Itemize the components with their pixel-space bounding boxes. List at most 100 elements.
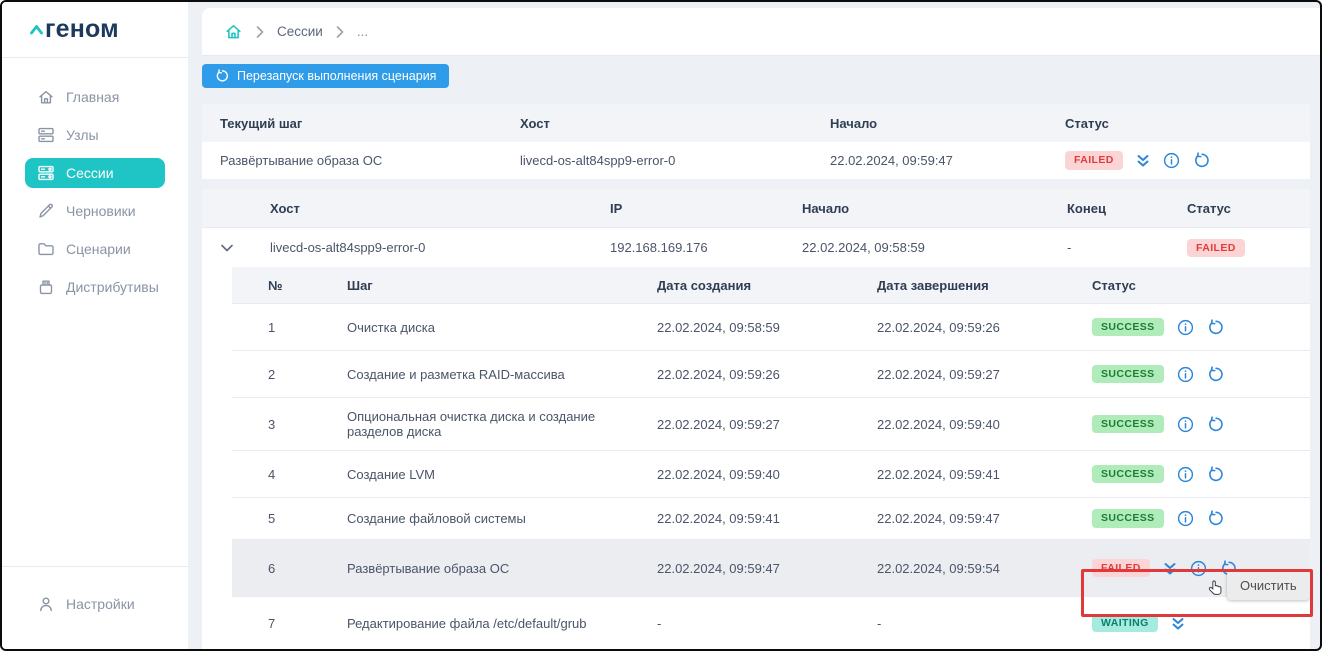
retry-icon[interactable] — [1207, 466, 1224, 483]
cursor-icon — [1207, 579, 1226, 603]
home-icon — [224, 22, 243, 41]
step-row: 7 Редактирование файла /etc/default/grub… — [232, 596, 1310, 649]
step-row: 3 Опциональная очистка диска и создание … — [232, 397, 1310, 450]
host-start: 22.02.2024, 09:58:59 — [784, 240, 1049, 255]
column-header-finished: Дата завершения — [860, 278, 1075, 293]
sidebar-item-label: Сессии — [66, 165, 114, 181]
status-badge: WAITING — [1092, 614, 1158, 633]
step-created: 22.02.2024, 09:59:27 — [642, 417, 860, 432]
sidebar-item-distributions[interactable]: Дистрибутивы — [25, 272, 165, 302]
restart-button-label: Перезапуск выполнения сценария — [237, 69, 436, 83]
step-name: Создание LVM — [312, 467, 642, 482]
step-row-failed: 6 Развёртывание образа ОС 22.02.2024, 09… — [232, 539, 1310, 596]
sidebar-item-settings[interactable]: Настройки — [37, 589, 165, 619]
breadcrumb: Сессии ... — [202, 8, 1320, 56]
status-badge: SUCCESS — [1092, 365, 1164, 384]
chevron-down-icon[interactable] — [221, 244, 233, 252]
retry-icon[interactable] — [1207, 416, 1224, 433]
status-badge: FAILED — [1187, 239, 1245, 258]
step-row: 5 Создание файловой системы 22.02.2024, … — [232, 497, 1310, 539]
step-finished: - — [860, 616, 1075, 631]
column-header-start: Начало — [812, 116, 1047, 131]
sidebar-item-label: Настройки — [66, 596, 135, 612]
retry-icon[interactable] — [1207, 366, 1224, 383]
breadcrumb-home[interactable] — [224, 22, 243, 41]
retry-icon[interactable] — [1207, 319, 1224, 336]
status-badge: FAILED — [1065, 151, 1123, 170]
logo: геном — [2, 2, 188, 58]
step-finished: 22.02.2024, 09:59:26 — [860, 320, 1075, 335]
info-icon[interactable] — [1177, 416, 1194, 433]
nodes-icon — [37, 126, 55, 144]
info-icon[interactable] — [1177, 466, 1194, 483]
column-header-ip: IP — [592, 201, 784, 216]
step-row: 1 Очистка диска 22.02.2024, 09:58:59 22.… — [232, 303, 1310, 350]
sidebar-item-nodes[interactable]: Узлы — [25, 120, 165, 150]
step-created: 22.02.2024, 09:59:40 — [642, 467, 860, 482]
restart-scenario-button[interactable]: Перезапуск выполнения сценария — [202, 64, 449, 88]
session-row: Развёртывание образа ОС livecd-os-alt84s… — [202, 142, 1310, 179]
host-row: livecd-os-alt84spp9-error-0 192.168.169.… — [202, 227, 1310, 267]
sidebar-item-label: Черновики — [66, 203, 136, 219]
app-window: геном Главная Узлы Сессии Черновики Сцен… — [0, 0, 1322, 651]
column-header-status: Статус — [1075, 278, 1310, 293]
home-icon — [37, 88, 55, 106]
step-name: Создание файловой системы — [312, 511, 642, 526]
info-icon[interactable] — [1177, 319, 1194, 336]
chevron-right-icon — [256, 26, 264, 38]
status-badge: SUCCESS — [1092, 415, 1164, 434]
sidebar-item-label: Дистрибутивы — [66, 279, 159, 295]
sidebar-item-label: Сценарии — [66, 241, 131, 257]
step-finished: 22.02.2024, 09:59:40 — [860, 417, 1075, 432]
step-name: Очистка диска — [312, 320, 642, 335]
sidebar-item-home[interactable]: Главная — [25, 82, 165, 112]
clear-tooltip: Очистить — [1227, 571, 1310, 600]
retry-icon[interactable] — [1207, 510, 1224, 527]
status-badge: FAILED — [1092, 559, 1150, 578]
column-header-status: Статус — [1169, 201, 1310, 216]
step-num: 1 — [232, 320, 312, 335]
step-num: 2 — [232, 367, 312, 382]
column-header-host: Хост — [252, 201, 592, 216]
info-icon[interactable] — [1190, 560, 1207, 577]
info-icon[interactable] — [1177, 366, 1194, 383]
double-chevron-icon[interactable] — [1136, 153, 1150, 168]
session-start: 22.02.2024, 09:59:47 — [812, 153, 1047, 168]
column-header-status: Статус — [1047, 116, 1310, 131]
steps-table-header: № Шаг Дата создания Дата завершения Стат… — [232, 267, 1310, 303]
info-icon[interactable] — [1177, 510, 1194, 527]
step-name: Создание и разметка RAID-массива — [312, 367, 642, 382]
step-finished: 22.02.2024, 09:59:47 — [860, 511, 1075, 526]
sidebar-item-scenarios[interactable]: Сценарии — [25, 234, 165, 264]
retry-icon[interactable] — [1193, 152, 1210, 169]
step-created: 22.02.2024, 09:59:47 — [642, 561, 860, 576]
host-table-header: Хост IP Начало Конец Статус — [202, 189, 1310, 227]
breadcrumb-ellipsis: ... — [357, 24, 368, 39]
column-header-end: Конец — [1049, 201, 1169, 216]
step-row: 4 Создание LVM 22.02.2024, 09:59:40 22.0… — [232, 450, 1310, 497]
info-icon[interactable] — [1163, 152, 1180, 169]
sidebar-item-drafts[interactable]: Черновики — [25, 196, 165, 226]
status-badge: SUCCESS — [1092, 509, 1164, 528]
logo-caret-icon — [29, 24, 44, 35]
sidebar-item-label: Узлы — [66, 127, 99, 143]
sidebar-bottom: Настройки — [2, 566, 188, 649]
breadcrumb-sessions[interactable]: Сессии — [277, 24, 323, 39]
double-chevron-icon[interactable] — [1163, 561, 1177, 576]
chevron-right-icon — [336, 26, 344, 38]
double-chevron-icon[interactable] — [1171, 616, 1185, 631]
step-finished: 22.02.2024, 09:59:41 — [860, 467, 1075, 482]
step-num: 6 — [232, 561, 312, 576]
column-header-created: Дата создания — [642, 278, 860, 293]
host-name: livecd-os-alt84spp9-error-0 — [252, 240, 592, 255]
user-icon — [37, 595, 55, 613]
step-created: 22.02.2024, 09:58:59 — [642, 320, 860, 335]
column-header-num: № — [232, 278, 312, 293]
session-table: Текущий шаг Хост Начало Статус Развёртыв… — [202, 104, 1310, 179]
column-header-current-step: Текущий шаг — [202, 116, 502, 131]
step-name: Редактирование файла /etc/default/grub — [312, 616, 642, 631]
host-ip: 192.168.169.176 — [592, 240, 784, 255]
step-name: Опциональная очистка диска и создание ра… — [312, 409, 642, 439]
sidebar-item-sessions[interactable]: Сессии — [25, 158, 165, 188]
step-row: 2 Создание и разметка RAID-массива 22.02… — [232, 350, 1310, 397]
